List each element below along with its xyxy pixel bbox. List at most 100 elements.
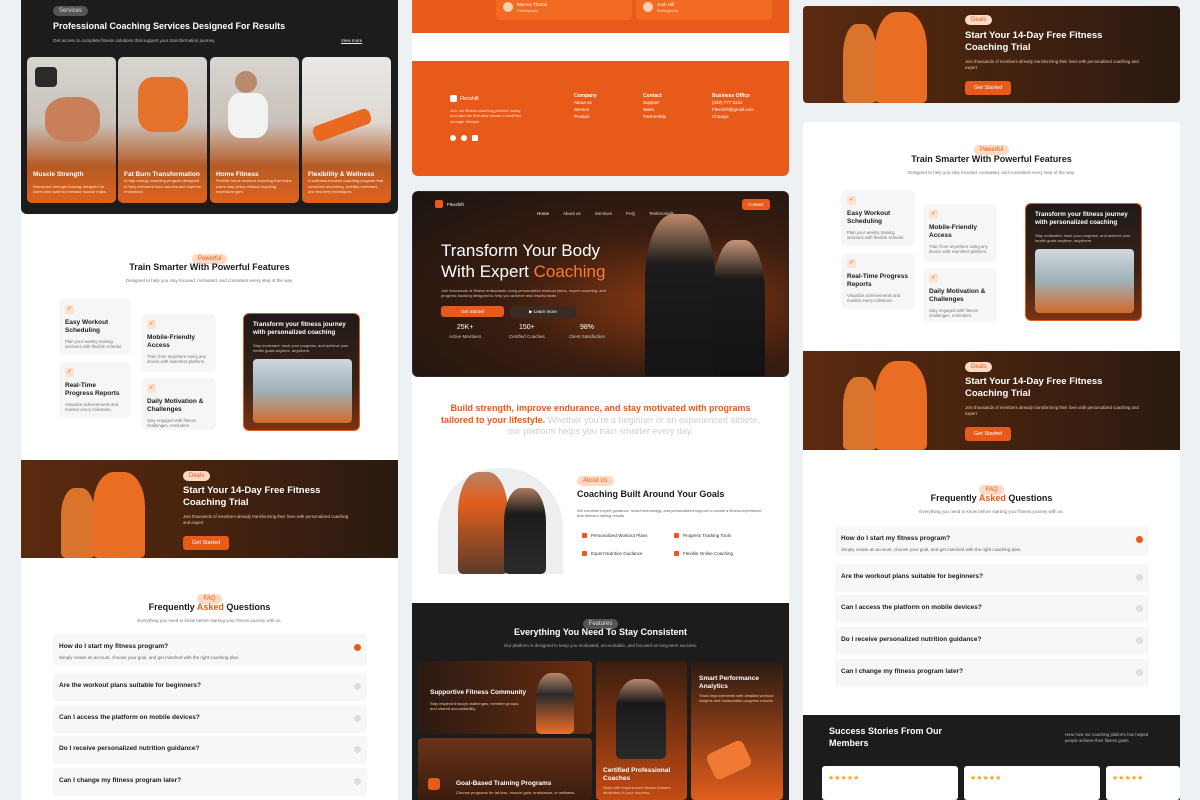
nav-about[interactable]: About us (563, 211, 581, 216)
woman-photo (843, 24, 877, 103)
about-photo (438, 468, 563, 574)
faq-item-1[interactable]: How do I start my fitness program? Simpl… (53, 634, 367, 666)
programs-tile[interactable]: Goal-Based Training Programs Choose prog… (418, 738, 592, 800)
faq-item-5[interactable]: Can I change my fitness program later? (835, 659, 1149, 687)
tile-desc: Flexible home workout coaching that help… (216, 178, 292, 194)
instagram-icon[interactable] (461, 135, 467, 141)
service-tile-fatburn[interactable]: Fat Burn Transformation A high-energy co… (118, 57, 207, 203)
get-started-button[interactable]: Get Started (441, 306, 504, 317)
tile-desc: A wellness-focused coaching program that… (308, 178, 384, 194)
services-subtitle: Get access to complete fitness solutions… (53, 38, 216, 43)
calendar-icon: ✓ (847, 196, 856, 205)
faq-item-1[interactable]: How do I start my fitness program? Simpl… (835, 526, 1149, 556)
tile-title: Fat Burn Transformation (124, 171, 200, 178)
trial-pill: Deals (965, 15, 993, 25)
services-pill: Services (53, 6, 89, 16)
get-started-button[interactable]: Get Started (965, 427, 1012, 441)
faq-section: FAQ Frequently Asked Questions Everythin… (21, 558, 398, 800)
coaches-tile[interactable]: Certified Professional Coaches Work with… (596, 661, 687, 800)
faq-item-3[interactable]: Can I access the platform on mobile devi… (53, 705, 367, 733)
learn-more-button[interactable]: ▶ Learn more (510, 306, 576, 318)
feature-desc: Visualize achievements and monitor every… (65, 401, 119, 413)
review-card: Marcus Thorne Participants (496, 0, 632, 20)
community-tile[interactable]: Supportive Fitness Community Stay inspir… (418, 661, 592, 734)
feature-card-mobile: ✓ Mobile-Friendly Access Train from anyw… (923, 204, 997, 262)
man-photo (875, 12, 927, 103)
about-pill: About Us (577, 476, 614, 486)
chevron-up-icon[interactable] (354, 644, 361, 651)
avatar (643, 2, 653, 12)
trial-title: Start Your 14-Day Free Fitness Coaching … (183, 485, 321, 508)
feature-card-reports: ✓ Real-Time Progress Reports Visualize a… (841, 253, 915, 309)
trial-pill: Deals (183, 471, 211, 481)
footer-col-office: Business Office (432) 777 2222 Flexshift… (712, 93, 754, 120)
chevron-down-icon[interactable] (354, 778, 361, 785)
coach-photo (616, 679, 666, 759)
features-subtitle: Designed to help you stay focused, motiv… (907, 170, 1075, 175)
feature-card-motivation: ✓ Daily Motivation & Challenges Stay eng… (923, 268, 997, 322)
service-tile-flex[interactable]: Flexibility & Wellness A wellness-focuse… (302, 57, 391, 203)
analytics-tile[interactable]: Smart Performance Analytics Track improv… (691, 661, 783, 800)
reviewer-name: Josh Hill (657, 2, 675, 7)
stories-title: Success Stories From Our Members (829, 726, 943, 748)
trial-banner: Deals Start Your 14-Day Free Fitness Coa… (21, 460, 398, 558)
feature-title: Real-Time Progress Reports (65, 382, 120, 397)
footer-brand: Flexshift (460, 96, 479, 102)
about-feature: Progress Tracking Tools (674, 533, 731, 538)
male-athlete (458, 472, 508, 574)
promo-card: Transform your fitness journey with pers… (243, 313, 360, 431)
faq-item-2[interactable]: Are the workout plans suitable for begin… (835, 564, 1149, 592)
page-column-1: Services Professional Coaching Services … (21, 0, 398, 800)
linkedin-icon[interactable] (472, 135, 478, 141)
feature-desc: Plan your weekly training sessions with … (65, 338, 123, 350)
faq-answer: Simply create an account, choose your go… (59, 655, 240, 660)
chevron-down-icon[interactable] (354, 746, 361, 753)
promo-desc: Stay motivated, track your progress, and… (253, 343, 349, 354)
nav-services[interactable]: Services (595, 211, 612, 216)
faq-item-4[interactable]: Do I receive personalized nutrition guid… (53, 736, 367, 764)
man-photo (93, 472, 145, 558)
flame-icon: ✓ (929, 274, 938, 283)
star-rating: ★★★★★ (1112, 775, 1144, 782)
faq-title: Frequently Asked Questions (148, 602, 271, 612)
faq-item-5[interactable]: Can I change my fitness program later? (53, 768, 367, 796)
get-started-button[interactable]: Get Started (183, 536, 230, 550)
review-card: ★★★★★ (1106, 766, 1180, 800)
trial-banner-top: Deals Start Your 14-Day Free Fitness Coa… (803, 6, 1180, 103)
trial-title: Start Your 14-Day Free Fitness Coaching … (965, 30, 1103, 53)
get-started-button[interactable]: Get Started (965, 81, 1012, 95)
athlete-photo (235, 71, 257, 93)
chevron-up-icon[interactable] (1136, 536, 1143, 543)
faq-item-4[interactable]: Do I receive personalized nutrition guid… (835, 627, 1149, 655)
chart-icon: ✓ (847, 259, 856, 268)
man-photo (875, 361, 927, 450)
trial-title: Start Your 14-Day Free Fitness Coaching … (965, 376, 1103, 399)
service-tile-home[interactable]: Home Fitness Flexible home workout coach… (210, 57, 299, 203)
faq-item-2[interactable]: Are the workout plans suitable for begin… (53, 673, 367, 701)
nav-home[interactable]: Home (537, 211, 549, 216)
chevron-down-icon[interactable] (1136, 574, 1143, 581)
features-subtitle: Designed to help you stay focused, motiv… (125, 278, 293, 283)
chevron-down-icon[interactable] (354, 683, 361, 690)
contact-button[interactable]: Contact (742, 199, 770, 210)
feature-card-mobile: ✓ Mobile-Friendly Access Train from anyw… (141, 314, 216, 372)
nav-faq[interactable]: FAQ (626, 211, 635, 216)
review-card: ★★★★★ (822, 766, 958, 800)
facebook-icon[interactable] (450, 135, 456, 141)
mobile-icon: ✓ (147, 320, 156, 329)
chevron-down-icon[interactable] (354, 715, 361, 722)
faq-item-3[interactable]: Can I access the platform on mobile devi… (835, 595, 1149, 623)
chevron-down-icon[interactable] (1136, 605, 1143, 612)
features-title: Train Smarter With Powerful Features (129, 262, 290, 272)
chevron-down-icon[interactable] (1136, 669, 1143, 676)
trial-desc: Join thousands of members already transf… (965, 59, 1139, 70)
trial-desc: Join thousands of members already transf… (965, 405, 1139, 416)
service-tile-muscle[interactable]: Muscle Strength Structured strength trai… (27, 57, 116, 203)
chevron-down-icon[interactable] (1136, 637, 1143, 644)
calendar-icon: ✓ (65, 305, 74, 314)
female-athlete (504, 488, 546, 574)
view-more-link[interactable]: View more (341, 38, 362, 43)
flame-icon: ✓ (147, 384, 156, 393)
feature-title: Mobile-Friendly Access (147, 334, 196, 349)
mobile-icon: ✓ (929, 210, 938, 219)
